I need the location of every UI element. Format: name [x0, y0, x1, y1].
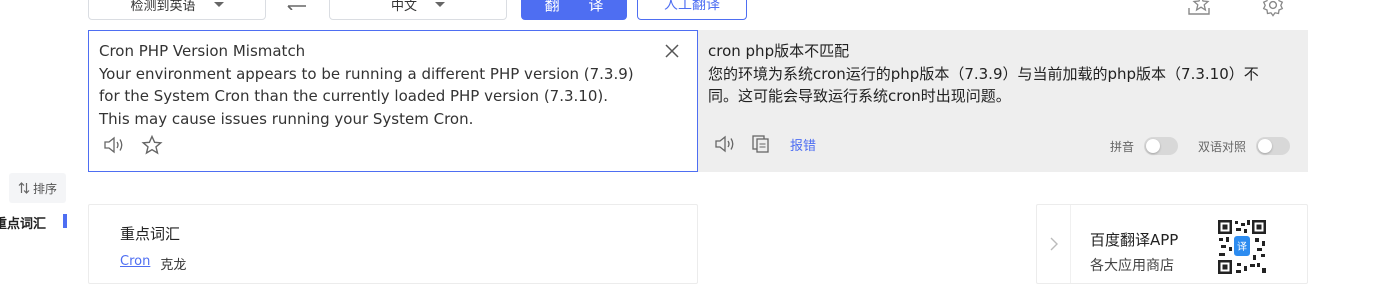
promo-collapse-button[interactable] — [1037, 205, 1071, 283]
svg-text:译: 译 — [1237, 241, 1247, 253]
pinyin-toggle[interactable] — [1144, 137, 1179, 155]
copy-icon[interactable] — [750, 134, 772, 154]
settings-gear-icon[interactable] — [1260, 0, 1286, 18]
pinyin-label: 拼音 — [1110, 139, 1135, 154]
app-promo-card: 百度翻译APP 各大应用商店 译 — [1036, 204, 1308, 284]
speaker-icon[interactable] — [103, 135, 125, 155]
report-error-link[interactable]: 报错 — [790, 135, 816, 154]
sort-button[interactable]: 排序 — [9, 173, 66, 203]
translation-line-1: cron php版本不匹配 — [708, 42, 850, 60]
bilingual-toggle[interactable] — [1256, 137, 1291, 155]
star-icon[interactable] — [141, 135, 163, 155]
promo-title: 百度翻译APP — [1090, 231, 1179, 249]
favorite-star-icon[interactable] — [1186, 0, 1212, 18]
source-text-panel[interactable]: Cron PHP Version Mismatch Your environme… — [88, 30, 698, 172]
close-icon[interactable] — [665, 44, 679, 58]
qr-code-icon: 译 — [1217, 219, 1267, 275]
target-language-select[interactable]: 中文 — [329, 0, 507, 20]
toggle-knob — [1146, 139, 1161, 153]
list-item: Cron 克龙 — [120, 254, 186, 273]
source-textarea[interactable]: Cron PHP Version Mismatch Your environme… — [99, 40, 639, 130]
source-body: Your environment appears to be running a… — [99, 64, 634, 128]
swap-icon[interactable] — [286, 0, 308, 10]
keyword-meaning: 克龙 — [160, 258, 187, 273]
bilingual-label: 双语对照 — [1198, 139, 1247, 154]
keywords-card: 重点词汇 Cron 克龙 — [88, 204, 698, 284]
chevron-right-icon — [1050, 237, 1058, 251]
sort-label: 排序 — [32, 181, 57, 196]
source-language-value: 检测到英语 — [130, 0, 196, 14]
sort-icon — [18, 182, 30, 194]
source-title: Cron PHP Version Mismatch — [99, 42, 306, 60]
sidebar-item-keywords[interactable]: 重点词汇 — [0, 213, 46, 232]
translate-button[interactable]: 翻 译 — [521, 0, 627, 20]
keywords-title: 重点词汇 — [120, 225, 181, 243]
target-text-panel: cron php版本不匹配 您的环境为系统cron运行的php版本（7.3.9）… — [698, 30, 1308, 172]
chevron-down-icon — [213, 1, 224, 7]
human-translate-button[interactable]: 人工翻译 — [637, 0, 747, 20]
source-language-select[interactable]: 检测到英语 — [88, 0, 266, 20]
chevron-down-icon — [435, 1, 445, 7]
keyword-link[interactable]: Cron — [120, 254, 150, 273]
translation-body: 您的环境为系统cron运行的php版本（7.3.9）与当前加载的php版本（7.… — [708, 64, 1259, 106]
promo-subtitle: 各大应用商店 — [1090, 258, 1174, 274]
toggle-knob — [1258, 139, 1273, 153]
translation-output: cron php版本不匹配 您的环境为系统cron运行的php版本（7.3.9）… — [708, 40, 1278, 108]
active-indicator — [63, 214, 67, 228]
speaker-icon[interactable] — [714, 134, 736, 154]
target-language-value: 中文 — [390, 0, 417, 14]
